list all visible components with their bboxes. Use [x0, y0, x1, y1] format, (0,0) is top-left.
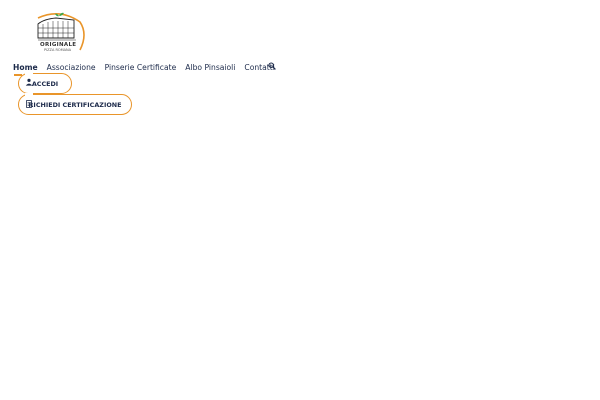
main-nav: Home Associazione Pinserie Certificate A… [13, 61, 284, 73]
richiedi-certificazione-button-label: RICHIEDI CERTIFICAZIONE [28, 100, 122, 109]
nav-item-albo-pinsaioli[interactable]: Albo Pinsaioli [185, 63, 235, 72]
logo-subtitle: PIZZA ROMANA [44, 48, 72, 52]
accedi-button-label: ACCEDI [31, 79, 59, 88]
user-icon [25, 71, 33, 86]
document-icon [25, 93, 33, 108]
nav-item-associazione[interactable]: Associazione [47, 63, 96, 72]
site-logo[interactable]: ORIGINALE PIZZA ROMANA [30, 12, 86, 56]
search-icon[interactable] [268, 62, 276, 70]
page: ORIGINALE PIZZA ROMANA Home Associazione… [0, 0, 600, 400]
nav-item-pinserie-certificate[interactable]: Pinserie Certificate [105, 63, 177, 72]
richiedi-certificazione-button[interactable]: RICHIEDI CERTIFICAZIONE [18, 94, 132, 115]
